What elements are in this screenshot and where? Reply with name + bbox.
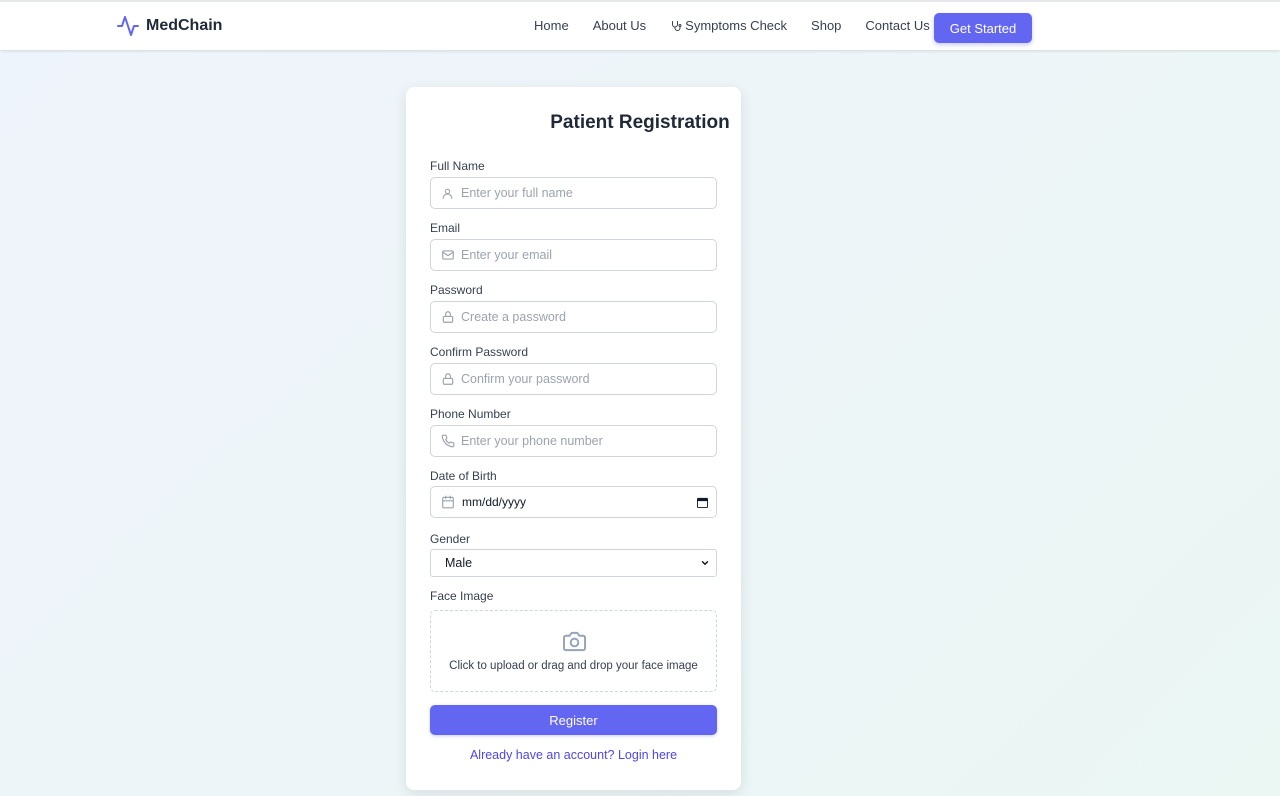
email-field — [430, 239, 717, 271]
password-label: Password — [430, 283, 483, 297]
full-name-field — [430, 177, 717, 209]
full-name-input[interactable] — [461, 178, 716, 208]
gender-selected-value: Male — [445, 556, 473, 570]
page-title: Patient Registration — [550, 112, 730, 133]
phone-icon — [441, 434, 454, 448]
register-button[interactable]: Register — [430, 705, 717, 735]
lock-icon — [442, 373, 453, 385]
nav-link-contact-us[interactable]: Contact Us — [865, 18, 929, 33]
nav-links: Home About Us Symptoms Check Shop Contac… — [534, 18, 930, 33]
email-input[interactable] — [461, 240, 716, 270]
lock-icon — [442, 311, 453, 323]
login-link[interactable]: Already have an account? Login here — [406, 748, 741, 762]
gender-select[interactable]: Male — [430, 549, 717, 577]
password-input[interactable] — [461, 302, 716, 332]
date-picker-button[interactable] — [688, 497, 716, 508]
get-started-button[interactable]: Get Started — [934, 13, 1032, 43]
nav-link-symptoms-check[interactable]: Symptoms Check — [670, 18, 787, 33]
face-image-hint: Click to upload or drag and drop your fa… — [449, 660, 698, 672]
user-icon — [442, 188, 453, 199]
activity-pulse-icon — [117, 16, 139, 36]
chevron-down-icon — [701, 561, 709, 565]
phone-label: Phone Number — [430, 407, 511, 421]
dob-field[interactable]: mm/dd/yyyy — [430, 486, 717, 518]
full-name-label: Full Name — [430, 159, 485, 173]
camera-icon — [563, 631, 586, 652]
confirm-password-field — [430, 363, 717, 395]
gender-label: Gender — [430, 532, 471, 546]
brand-logo[interactable]: MedChain — [116, 14, 222, 38]
mail-icon — [441, 250, 454, 260]
dob-label: Date of Birth — [430, 469, 497, 483]
confirm-password-label: Confirm Password — [430, 345, 529, 359]
confirm-password-input[interactable] — [461, 364, 716, 394]
face-image-label: Face Image — [430, 589, 494, 603]
calendar-picker-icon — [696, 497, 708, 508]
nav-link-about-us[interactable]: About Us — [593, 18, 646, 33]
nav-link-shop[interactable]: Shop — [811, 18, 841, 33]
phone-field — [430, 425, 717, 457]
nav-link-symptoms-label: Symptoms Check — [685, 18, 788, 33]
face-image-dropzone[interactable]: Click to upload or drag and drop your fa… — [430, 610, 717, 692]
dob-input[interactable]: mm/dd/yyyy — [461, 495, 688, 509]
brand-name: MedChain — [146, 17, 223, 34]
nav-link-home[interactable]: Home — [534, 18, 569, 33]
top-navbar: MedChain Home About Us Symptoms Check Sh… — [0, 0, 1280, 50]
phone-input[interactable] — [461, 426, 716, 456]
email-label: Email — [430, 221, 461, 235]
calendar-icon — [441, 495, 454, 509]
stethoscope-icon — [672, 20, 682, 31]
password-field — [430, 301, 717, 333]
